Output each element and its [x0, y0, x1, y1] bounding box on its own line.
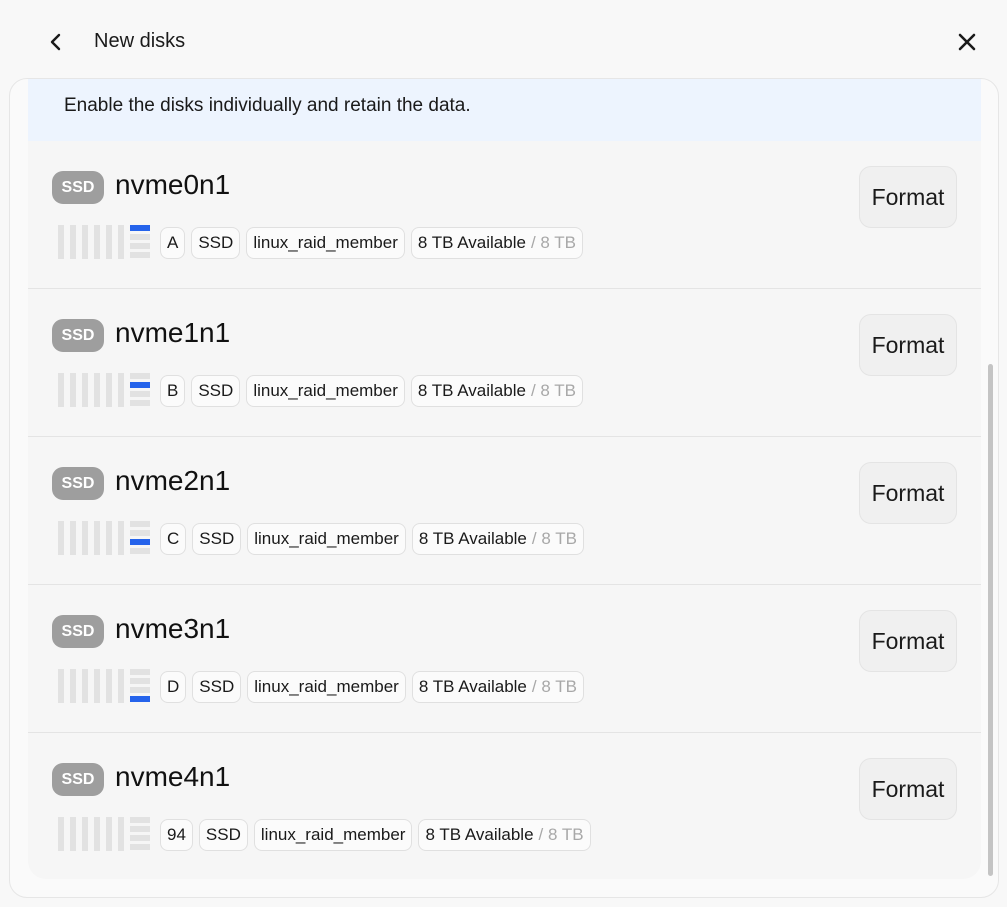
capacity-tag: 8 TB Available/ 8 TB	[410, 227, 583, 259]
capacity-tag: 8 TB Available/ 8 TB	[411, 671, 584, 703]
slot-tag: 94	[160, 819, 193, 851]
capacity-tag: 8 TB Available/ 8 TB	[411, 523, 584, 555]
chevron-left-icon	[50, 33, 61, 51]
back-button[interactable]	[40, 26, 72, 58]
disk-name: nvme1n1	[115, 317, 231, 348]
total-capacity: / 8 TB	[530, 233, 576, 252]
disk-name: nvme2n1	[115, 465, 231, 496]
filesystem-tag: linux_raid_member	[247, 671, 406, 703]
disk-type-badge: SSD	[52, 467, 104, 500]
disk-slot-indicator	[58, 521, 150, 555]
slot-tag: B	[160, 375, 186, 407]
filesystem-tag: linux_raid_member	[246, 227, 405, 259]
disk-slot-indicator	[58, 225, 150, 259]
disk-name: nvme0n1	[115, 169, 231, 200]
filesystem-tag: linux_raid_member	[253, 819, 413, 851]
close-button[interactable]	[951, 26, 983, 58]
format-button[interactable]: Format	[859, 314, 957, 376]
disk-slot-indicator	[58, 373, 150, 407]
filesystem-tag: linux_raid_member	[247, 523, 406, 555]
disk-tags: 94 SSD linux_raid_member 8 TB Available /…	[160, 819, 591, 851]
available-capacity: 8 TB Available	[418, 529, 527, 548]
disk-list-panel[interactable]: Enable the disks individually and retain…	[9, 78, 999, 898]
slot-tag: C	[160, 523, 187, 555]
slot-tag: D	[160, 671, 187, 703]
format-button[interactable]: Format	[859, 166, 957, 228]
type-tag: SSD	[191, 227, 241, 259]
available-capacity: 8 TB Available	[425, 825, 534, 844]
total-capacity: / 8 TB	[538, 825, 584, 844]
total-capacity: / 8 TB	[530, 381, 576, 400]
format-button[interactable]: Format	[859, 462, 957, 524]
type-tag: SSD	[198, 819, 248, 851]
disk-tags: C SSD linux_raid_member 8 TB Available / …	[160, 523, 584, 555]
disk-list: Enable the disks individually and retain…	[28, 79, 981, 879]
format-button[interactable]: Format	[859, 758, 957, 820]
type-tag: SSD	[191, 375, 241, 407]
disk-name: nvme3n1	[115, 613, 231, 644]
disk-type-badge: SSD	[52, 319, 104, 352]
slot-tag: A	[160, 227, 186, 259]
filesystem-tag: linux_raid_member	[246, 375, 405, 407]
dialog-title: New disks	[94, 30, 186, 52]
type-tag: SSD	[192, 523, 242, 555]
total-capacity: / 8 TB	[531, 529, 577, 548]
disk-tags: D SSD linux_raid_member 8 TB Available / …	[160, 671, 584, 703]
disk-row-nvme4n1: SSD nvme4n1 94 SSD linux_raid_member 8 T…	[28, 733, 981, 879]
disk-tags: B SSD linux_raid_member 8 TB Available / …	[160, 375, 583, 407]
available-capacity: 8 TB Available	[417, 233, 526, 252]
disk-row-nvme3n1: SSD nvme3n1 D SSD linux_raid_member 8 TB…	[28, 585, 981, 733]
format-button[interactable]: Format	[859, 610, 957, 672]
disk-row-nvme0n1: SSD nvme0n1 A SSD linux_raid_member 8 TB…	[28, 141, 981, 289]
disk-name: nvme4n1	[115, 761, 231, 792]
info-notice: Enable the disks individually and retain…	[28, 79, 981, 141]
available-capacity: 8 TB Available	[417, 381, 526, 400]
capacity-tag: 8 TB Available/ 8 TB	[418, 819, 591, 851]
disk-slot-indicator	[58, 669, 150, 703]
close-icon	[958, 33, 976, 51]
disk-type-badge: SSD	[52, 615, 104, 648]
disk-slot-indicator	[58, 817, 150, 851]
total-capacity: / 8 TB	[531, 677, 577, 696]
disk-tags: A SSD linux_raid_member 8 TB Available / …	[160, 227, 583, 259]
dialog-header: New disks	[0, 0, 1007, 80]
disk-row-nvme1n1: SSD nvme1n1 B SSD linux_raid_member 8 TB…	[28, 289, 981, 437]
capacity-tag: 8 TB Available/ 8 TB	[410, 375, 583, 407]
available-capacity: 8 TB Available	[418, 677, 527, 696]
scrollbar-thumb[interactable]	[988, 364, 993, 876]
type-tag: SSD	[192, 671, 242, 703]
disk-type-badge: SSD	[52, 171, 104, 204]
disk-row-nvme2n1: SSD nvme2n1 C SSD linux_raid_member 8 TB…	[28, 437, 981, 585]
disk-type-badge: SSD	[52, 763, 104, 796]
